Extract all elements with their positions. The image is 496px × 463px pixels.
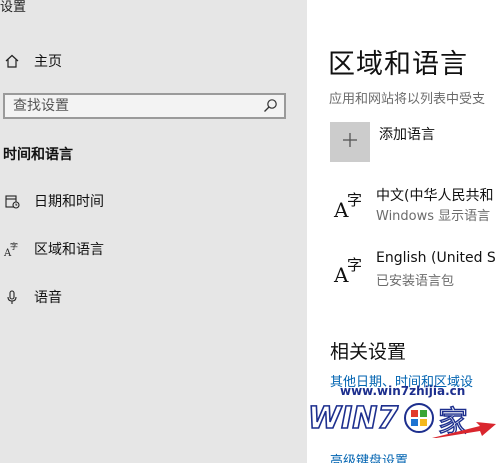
plus-icon [341,131,359,153]
app-title: 设置 [0,0,27,15]
section-heading: 时间和语言 [3,147,73,163]
page-title: 区域和语言 [328,49,468,80]
sidebar-item-label: 区域和语言 [34,242,104,258]
microphone-icon [1,286,23,308]
calendar-clock-icon [1,190,23,212]
sidebar-item-label: 语音 [34,290,62,306]
sidebar: 设置 主页 时间和语言 日期和时间 A字 区域和语言 语音 [0,0,307,463]
svg-text:字: 字 [347,191,362,209]
sidebar-item-label: 主页 [34,54,62,70]
sidebar-item-label: 日期和时间 [34,194,104,210]
language-icon: A字 [333,253,365,287]
search-icon[interactable] [262,98,278,114]
watermark-url: www.win7zhijia.cn [340,384,466,398]
language-name[interactable]: English (United Sta [376,250,496,266]
home-icon [1,50,23,72]
search-input[interactable] [5,95,253,117]
language-name[interactable]: 中文(中华人民共和 [376,185,493,205]
related-settings-title: 相关设置 [330,341,407,363]
sidebar-item-speech[interactable]: 语音 [0,282,300,312]
sidebar-item-date-time[interactable]: 日期和时间 [0,186,300,216]
sidebar-item-home[interactable]: 主页 [0,46,300,76]
svg-text:字: 字 [347,256,362,274]
search-box[interactable] [3,93,286,119]
svg-text:字: 字 [10,241,18,251]
advanced-keyboard-settings-link[interactable]: 高级键盘设置 [330,450,408,463]
sidebar-item-region-language[interactable]: A字 区域和语言 [0,234,300,264]
page-description: 应用和网站将以列表中受支 [329,92,486,107]
language-status: Windows 显示语言 [376,209,491,224]
watermark-brand: WIN7 [308,401,398,436]
add-language-button[interactable] [330,122,370,162]
language-status: 已安装语言包 [376,274,455,289]
add-language-label[interactable]: 添加语言 [379,124,435,144]
language-icon: A字 [333,188,365,222]
language-icon: A字 [1,238,23,260]
